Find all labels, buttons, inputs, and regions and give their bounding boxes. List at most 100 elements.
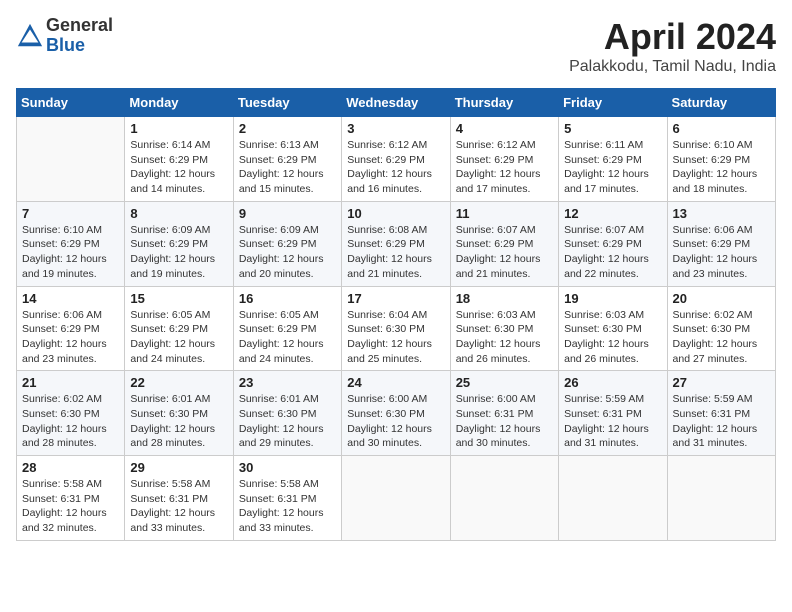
calendar-cell: 27Sunrise: 5:59 AM Sunset: 6:31 PM Dayli… [667,371,775,456]
day-number: 6 [673,121,770,136]
calendar-cell: 5Sunrise: 6:11 AM Sunset: 6:29 PM Daylig… [559,117,667,202]
day-number: 1 [130,121,227,136]
calendar-week-2: 7 Sunrise: 6:10 AM Sunset: 6:29 PM Daylig… [17,201,776,286]
day-info: Sunrise: 5:59 AM Sunset: 6:31 PM Dayligh… [564,392,661,451]
calendar-cell: 13 Sunrise: 6:06 AM Sunset: 6:29 PM Dayli… [667,201,775,286]
calendar-cell [559,456,667,541]
day-number: 9 [239,206,336,221]
calendar-table: SundayMondayTuesdayWednesdayThursdayFrid… [16,88,776,541]
calendar-cell: 22 Sunrise: 6:01 AM Sunset: 6:30 PM Dayli… [125,371,233,456]
header-day-tuesday: Tuesday [233,89,341,117]
day-info: Sunrise: 6:07 AM Sunset: 6:29 PM Dayligh… [564,223,661,282]
calendar-cell [450,456,558,541]
calendar-cell: 2 Sunrise: 6:13 AM Sunset: 6:29 PM Daylig… [233,117,341,202]
calendar-cell: 18 Sunrise: 6:03 AM Sunset: 6:30 PM Dayli… [450,286,558,371]
day-info: Sunrise: 6:10 AM Sunset: 6:29 PM Dayligh… [22,223,119,282]
header-day-saturday: Saturday [667,89,775,117]
day-info: Sunrise: 6:10 AM Sunset: 6:29 PM Dayligh… [673,138,770,197]
day-number: 23 [239,375,336,390]
calendar-week-1: 1 Sunrise: 6:14 AM Sunset: 6:29 PM Daylig… [17,117,776,202]
day-number: 19 [564,291,661,306]
day-info: Sunrise: 6:14 AM Sunset: 6:29 PM Dayligh… [130,138,227,197]
day-number: 5 [564,121,661,136]
day-number: 3 [347,121,444,136]
calendar-cell: 29 Sunrise: 5:58 AM Sunset: 6:31 PM Dayli… [125,456,233,541]
day-info: Sunrise: 6:06 AM Sunset: 6:29 PM Dayligh… [673,223,770,282]
day-info: Sunrise: 5:58 AM Sunset: 6:31 PM Dayligh… [130,477,227,536]
day-info: Sunrise: 6:09 AM Sunset: 6:29 PM Dayligh… [239,223,336,282]
day-info: Sunrise: 6:05 AM Sunset: 6:29 PM Dayligh… [130,308,227,367]
calendar-cell: 24 Sunrise: 6:00 AM Sunset: 6:30 PM Dayli… [342,371,450,456]
day-number: 21 [22,375,119,390]
calendar-cell: 14 Sunrise: 6:06 AM Sunset: 6:29 PM Dayli… [17,286,125,371]
day-number: 15 [130,291,227,306]
day-number: 7 [22,206,119,221]
day-info: Sunrise: 6:07 AM Sunset: 6:29 PM Dayligh… [456,223,553,282]
day-number: 22 [130,375,227,390]
header-day-wednesday: Wednesday [342,89,450,117]
day-number: 14 [22,291,119,306]
day-info: Sunrise: 6:12 AM Sunset: 6:29 PM Dayligh… [347,138,444,197]
day-info: Sunrise: 6:00 AM Sunset: 6:31 PM Dayligh… [456,392,553,451]
calendar-week-4: 21 Sunrise: 6:02 AM Sunset: 6:30 PM Dayli… [17,371,776,456]
calendar-cell: 26 Sunrise: 5:59 AM Sunset: 6:31 PM Dayli… [559,371,667,456]
day-number: 26 [564,375,661,390]
calendar-cell: 25Sunrise: 6:00 AM Sunset: 6:31 PM Dayli… [450,371,558,456]
header-day-sunday: Sunday [17,89,125,117]
day-info: Sunrise: 6:08 AM Sunset: 6:29 PM Dayligh… [347,223,444,282]
day-number: 30 [239,460,336,475]
calendar-cell: 11 Sunrise: 6:07 AM Sunset: 6:29 PM Dayli… [450,201,558,286]
day-info: Sunrise: 6:12 AM Sunset: 6:29 PM Dayligh… [456,138,553,197]
day-number: 11 [456,206,553,221]
calendar-cell: 8Sunrise: 6:09 AM Sunset: 6:29 PM Daylig… [125,201,233,286]
day-info: Sunrise: 6:01 AM Sunset: 6:30 PM Dayligh… [130,392,227,451]
logo-blue-text: Blue [46,36,113,56]
day-number: 27 [673,375,770,390]
day-info: Sunrise: 5:58 AM Sunset: 6:31 PM Dayligh… [239,477,336,536]
day-info: Sunrise: 6:05 AM Sunset: 6:29 PM Dayligh… [239,308,336,367]
day-info: Sunrise: 6:02 AM Sunset: 6:30 PM Dayligh… [22,392,119,451]
calendar-cell: 19Sunrise: 6:03 AM Sunset: 6:30 PM Dayli… [559,286,667,371]
day-info: Sunrise: 5:58 AM Sunset: 6:31 PM Dayligh… [22,477,119,536]
day-info: Sunrise: 6:03 AM Sunset: 6:30 PM Dayligh… [456,308,553,367]
calendar-cell: 10 Sunrise: 6:08 AM Sunset: 6:29 PM Dayli… [342,201,450,286]
calendar-cell: 15 Sunrise: 6:05 AM Sunset: 6:29 PM Dayli… [125,286,233,371]
calendar-week-5: 28Sunrise: 5:58 AM Sunset: 6:31 PM Dayli… [17,456,776,541]
logo-icon [16,22,44,50]
day-number: 10 [347,206,444,221]
logo: General Blue [16,16,113,56]
calendar-cell: 12 Sunrise: 6:07 AM Sunset: 6:29 PM Dayli… [559,201,667,286]
header: General Blue April 2024 Palakkodu, Tamil… [16,16,776,76]
day-info: Sunrise: 6:04 AM Sunset: 6:30 PM Dayligh… [347,308,444,367]
calendar-cell: 23Sunrise: 6:01 AM Sunset: 6:30 PM Dayli… [233,371,341,456]
day-number: 18 [456,291,553,306]
day-number: 20 [673,291,770,306]
day-number: 4 [456,121,553,136]
day-info: Sunrise: 6:09 AM Sunset: 6:29 PM Dayligh… [130,223,227,282]
calendar-cell [667,456,775,541]
day-number: 2 [239,121,336,136]
calendar-cell: 21 Sunrise: 6:02 AM Sunset: 6:30 PM Dayli… [17,371,125,456]
day-number: 16 [239,291,336,306]
day-number: 12 [564,206,661,221]
calendar-cell: 17Sunrise: 6:04 AM Sunset: 6:30 PM Dayli… [342,286,450,371]
calendar-week-3: 14 Sunrise: 6:06 AM Sunset: 6:29 PM Dayli… [17,286,776,371]
calendar-cell [342,456,450,541]
day-info: Sunrise: 6:13 AM Sunset: 6:29 PM Dayligh… [239,138,336,197]
day-info: Sunrise: 6:00 AM Sunset: 6:30 PM Dayligh… [347,392,444,451]
header-day-friday: Friday [559,89,667,117]
logo-text: General Blue [46,16,113,56]
title-area: April 2024 Palakkodu, Tamil Nadu, India [569,16,776,76]
day-number: 13 [673,206,770,221]
day-info: Sunrise: 6:06 AM Sunset: 6:29 PM Dayligh… [22,308,119,367]
calendar-cell: 7 Sunrise: 6:10 AM Sunset: 6:29 PM Daylig… [17,201,125,286]
logo-general-text: General [46,16,113,36]
day-number: 29 [130,460,227,475]
location: Palakkodu, Tamil Nadu, India [569,58,776,76]
calendar-cell: 28Sunrise: 5:58 AM Sunset: 6:31 PM Dayli… [17,456,125,541]
header-day-monday: Monday [125,89,233,117]
calendar-cell: 3 Sunrise: 6:12 AM Sunset: 6:29 PM Daylig… [342,117,450,202]
calendar-cell: 20Sunrise: 6:02 AM Sunset: 6:30 PM Dayli… [667,286,775,371]
day-number: 24 [347,375,444,390]
header-day-thursday: Thursday [450,89,558,117]
